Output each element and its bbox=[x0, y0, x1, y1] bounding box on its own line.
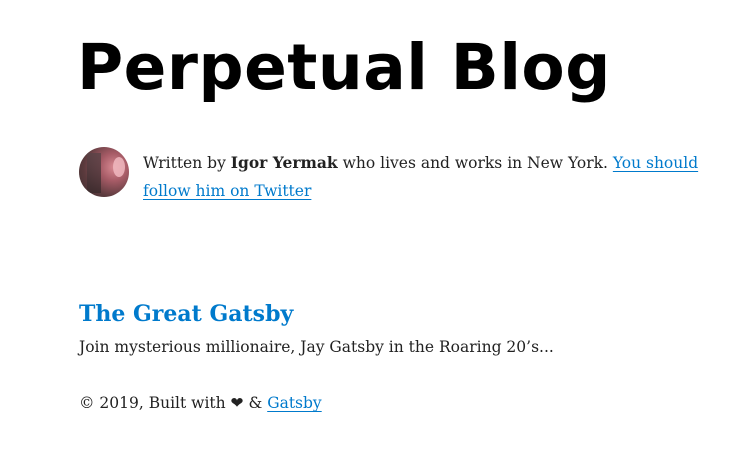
post-title-link[interactable]: The Great Gatsby bbox=[79, 301, 293, 327]
post-title: The Great Gatsby bbox=[79, 298, 699, 330]
author-avatar bbox=[79, 147, 129, 197]
bio-prefix: Written by bbox=[143, 154, 231, 172]
bio-middle: who lives and works in New York. bbox=[337, 154, 613, 172]
heart-icon: ❤ bbox=[230, 394, 244, 412]
gatsby-link[interactable]: Gatsby bbox=[267, 394, 322, 412]
footer: © 2019, Built with ❤ & Gatsby bbox=[79, 389, 322, 417]
author-bio: Written by Igor Yermak who lives and wor… bbox=[79, 147, 699, 205]
post-item: The Great Gatsby Join mysterious million… bbox=[79, 298, 699, 361]
post-excerpt: Join mysterious millionaire, Jay Gatsby … bbox=[79, 338, 554, 356]
footer-amp: & bbox=[243, 394, 268, 412]
bio-text: Written by Igor Yermak who lives and wor… bbox=[143, 149, 699, 205]
author-name: Igor Yermak bbox=[230, 153, 338, 172]
site-title[interactable]: Perpetual Blog bbox=[77, 36, 611, 99]
footer-prefix: © 2019, Built with bbox=[79, 394, 231, 412]
